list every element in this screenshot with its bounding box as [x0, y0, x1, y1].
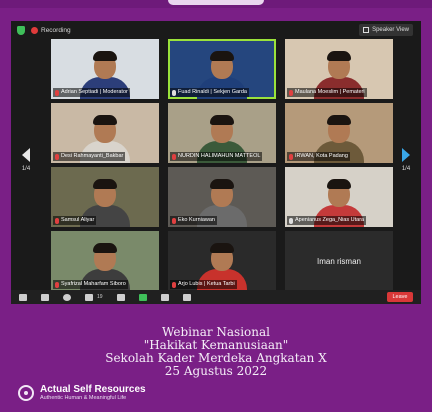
participant-name: Samsul Aliyar [61, 217, 95, 223]
mic-muted-icon [172, 153, 176, 160]
participant-tile[interactable]: Arjo Lubis | Ketua Tarbi [168, 231, 276, 291]
participant-name: Maulana Moeslim | Pemateri [295, 89, 365, 95]
brand-block: Actual Self Resources Authentic Human & … [18, 384, 146, 402]
participant-name: IRWAN, Kota Padang [295, 153, 348, 159]
mic-muted-icon [289, 89, 293, 96]
leave-button[interactable]: Leave [387, 292, 413, 302]
participants-icon[interactable] [85, 293, 93, 301]
participant-tile[interactable]: Eko Kurniawan [168, 167, 276, 227]
meeting-toolbar: 19 Leave [11, 290, 421, 304]
participant-name: Apenianus Zega_Nias Utara [295, 217, 365, 223]
participant-count: 19 [97, 294, 103, 300]
participant-name-label: Samsul Aliyar [53, 216, 97, 225]
mic-muted-icon [172, 217, 176, 224]
participant-tile[interactable]: Adrian Septiadi | Moderator [51, 39, 159, 99]
video-icon[interactable] [41, 293, 49, 301]
page-indicator-left: 1/4 [21, 166, 31, 172]
participant-tile[interactable]: Samsul Aliyar [51, 167, 159, 227]
brand-tagline: Authentic Human & Meaningful Life [40, 395, 127, 401]
shield-icon [17, 25, 25, 35]
mic-muted-icon [172, 281, 176, 288]
record-icon [31, 26, 38, 34]
participant-name: Desi Rahmayanti_Bakbar [61, 153, 124, 159]
participant-tile[interactable]: Desi Rahmayanti_Bakbar [51, 103, 159, 163]
participant-name-label: Fuad Rinaldi | Sekjen Garda [170, 88, 249, 97]
participant-name: Arjo Lubis | Ketua Tarbi [178, 281, 235, 287]
participant-tile[interactable]: Fuad Rinaldi | Sekjen Garda [168, 39, 276, 99]
mic-muted-icon [55, 89, 59, 96]
chevron-right-icon [402, 148, 410, 162]
participant-display-name: Iman risman [316, 256, 361, 266]
participant-name-label: Arjo Lubis | Ketua Tarbi [170, 280, 237, 289]
participant-name-label: Adrian Septiadi | Moderator [53, 88, 130, 97]
participant-name-label: Apenianus Zega_Nias Utara [287, 216, 367, 225]
mute-icon[interactable] [19, 293, 27, 301]
share-screen-icon[interactable] [138, 293, 147, 301]
mic-icon [289, 217, 293, 224]
next-page-button[interactable]: 1/4 [395, 139, 417, 181]
mic-muted-icon [289, 153, 293, 160]
zoom-header: Recording Speaker View [11, 21, 421, 39]
participant-name-label: Desi Rahmayanti_Bakbar [53, 152, 126, 161]
participant-tile[interactable]: Apenianus Zega_Nias Utara [285, 167, 393, 227]
chat-icon[interactable] [116, 293, 125, 301]
participant-name: Syafrizal Maharfam Siboro [61, 281, 126, 287]
caption-line-4: 25 Agustus 2022 [164, 364, 268, 378]
participant-name-label: Maulana Moeslim | Pemateri [287, 88, 367, 97]
mic-muted-icon [55, 281, 59, 288]
zoom-window: Recording Speaker View 1/4 Adrian Septia… [11, 21, 421, 304]
participant-tile[interactable]: Maulana Moeslim | Pemateri [285, 39, 393, 99]
participant-name: NURDIN HALIMAHUN MATTEOL [178, 153, 261, 159]
participant-name-label: Syafrizal Maharfam Siboro [53, 280, 128, 289]
reactions-icon[interactable] [182, 293, 191, 301]
record-button-icon[interactable] [160, 293, 169, 301]
participant-name-label: NURDIN HALIMAHUN MATTEOL [170, 152, 263, 161]
brand-logo-icon [18, 385, 34, 401]
security-icon[interactable] [63, 293, 71, 301]
participant-name: Eko Kurniawan [178, 217, 215, 223]
page-indicator-right: 1/4 [401, 166, 411, 172]
participant-name-label: IRWAN, Kota Padang [287, 152, 350, 161]
participant-name: Adrian Septiadi | Moderator [61, 89, 128, 95]
participant-name-label: Eko Kurniawan [170, 216, 217, 225]
top-notch [168, 0, 264, 5]
chevron-left-icon [22, 148, 30, 162]
previous-page-button[interactable]: 1/4 [15, 139, 37, 181]
mic-icon [172, 89, 176, 96]
participant-tile[interactable]: Iman risman [285, 231, 393, 291]
grid-icon [363, 27, 370, 33]
mic-muted-icon [55, 217, 59, 224]
speaker-view-button[interactable]: Speaker View [359, 24, 413, 36]
mic-muted-icon [55, 153, 59, 160]
participant-name: Fuad Rinaldi | Sekjen Garda [178, 89, 247, 95]
participant-tile[interactable]: Syafrizal Maharfam Siboro [51, 231, 159, 291]
participant-grid: Adrian Septiadi | Moderator Fuad Rinaldi … [51, 39, 393, 291]
speaker-view-label: Speaker View [372, 27, 409, 33]
recording-label: Recording [41, 26, 71, 34]
brand-name: Actual Self Resources [40, 384, 146, 395]
participant-tile[interactable]: IRWAN, Kota Padang [285, 103, 393, 163]
participant-tile[interactable]: NURDIN HALIMAHUN MATTEOL [168, 103, 276, 163]
